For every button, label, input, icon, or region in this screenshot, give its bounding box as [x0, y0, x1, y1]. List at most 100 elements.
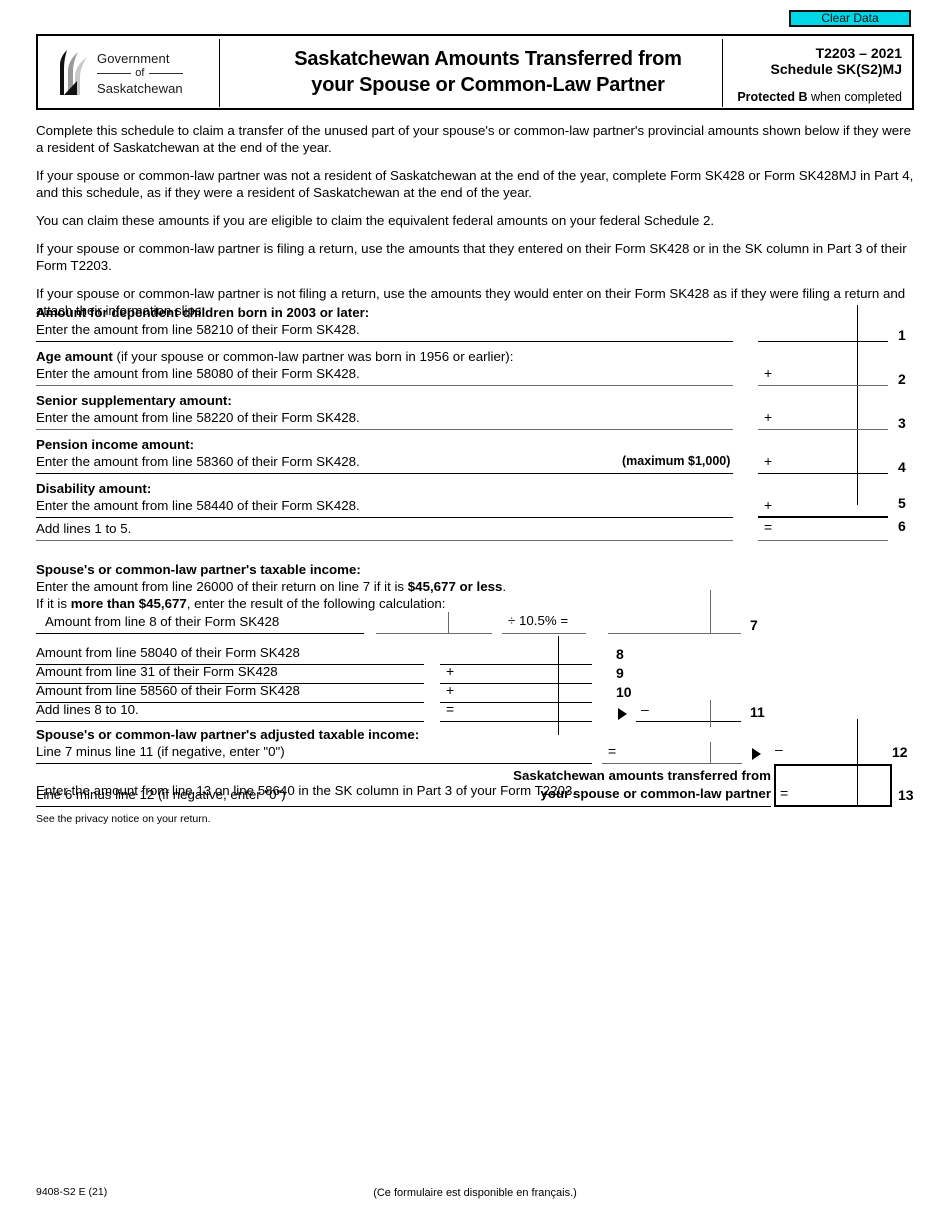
line-2-text: Enter the amount from line 58080 of thei… [36, 366, 360, 381]
line-1-amount-field[interactable] [758, 341, 888, 342]
line-4-number: 4 [898, 459, 906, 475]
line-2-heading-bold: Age amount [36, 349, 113, 364]
line-9-amount-field[interactable] [440, 683, 592, 684]
line-1-number: 1 [898, 327, 906, 343]
saskatchewan-wheat-sheaf-icon [60, 50, 87, 95]
line-11-subtotal-rule [440, 721, 592, 722]
line-7-instruction-a: Enter the amount from line 26000 of thei… [36, 579, 507, 594]
line-3-operator: + [764, 409, 773, 425]
line-1-heading: Amount for dependent children born in 20… [36, 305, 370, 320]
line-2-amount-field[interactable] [758, 385, 888, 386]
cents-divider-lines-12-13 [857, 719, 858, 764]
line-1-text: Enter the amount from line 58210 of thei… [36, 322, 360, 337]
line-7-divide-rule [502, 633, 586, 634]
line-12-heading: Spouse's or common-law partner's adjuste… [36, 727, 420, 742]
line-2-heading: Age amount (if your spouse or common-law… [36, 349, 513, 364]
line-12-description-rule [36, 763, 592, 764]
line-13-operator: = [780, 785, 789, 801]
logo-wordmark: Government of Saskatchewan [97, 51, 183, 96]
line-12-subtotal-rule [602, 763, 742, 764]
intro-paragraphs: Complete this schedule to claim a transf… [36, 122, 916, 330]
line-4-amount-field[interactable] [758, 473, 888, 474]
tax-form-page: Clear Data Government of Saskatchewan Sa… [0, 0, 950, 1230]
line-11-minus-operator: – [641, 701, 649, 717]
intro-paragraph: If your spouse or common-law partner was… [36, 168, 914, 200]
line-8-text: Amount from line 58040 of their Form SK4… [36, 645, 300, 660]
line-2-operator: + [764, 365, 773, 381]
line-11-operator: = [446, 701, 455, 717]
line-7-amount-field[interactable] [608, 633, 741, 634]
line-7-cents-divider [710, 590, 711, 634]
line-4-maximum-note: (maximum $1,000) [622, 454, 731, 468]
line-2-description-rule [36, 385, 733, 386]
line-9-number: 9 [616, 665, 624, 681]
line-10-text: Amount from line 58560 of their Form SK4… [36, 683, 300, 698]
line-13-amount-box[interactable] [774, 764, 892, 807]
line-11-cents-divider [710, 700, 711, 727]
clear-data-button[interactable]: Clear Data [789, 10, 911, 27]
page-title: Saskatchewan Amounts Transferred from yo… [228, 46, 748, 98]
line-7-number: 7 [750, 617, 758, 633]
form-identification: T2203 – 2021 Schedule SK(S2)MJ Protected… [722, 39, 908, 107]
line-7-sub-label-rule [36, 633, 364, 634]
line-7-instruction-b: If it is more than $45,677, enter the re… [36, 596, 446, 611]
line-4-text: Enter the amount from line 58360 of thei… [36, 454, 360, 469]
page-title-line2: your Spouse or Common-Law Partner [311, 74, 665, 96]
line-11-carry-arrow-icon [618, 708, 627, 720]
line-5-amount-field[interactable] [758, 516, 888, 518]
protected-b-suffix: when completed [807, 90, 902, 104]
line-11-text: Add lines 8 to 10. [36, 702, 139, 717]
line-13-description-rule [36, 806, 771, 807]
line-5-operator: + [764, 497, 773, 513]
closing-instruction: Enter the amount from line 13 on line 58… [36, 783, 577, 798]
french-availability-note: (Ce formulaire est disponible en françai… [373, 1187, 577, 1199]
line-11-description-rule [36, 721, 424, 722]
line-2-number: 2 [898, 371, 906, 387]
line-13-cents-divider [857, 764, 858, 807]
line-7-divide-operator: ÷ 10.5% = [508, 613, 569, 628]
line-6-description-rule [36, 540, 733, 541]
line-12-carry-arrow-icon [752, 748, 761, 760]
line-3-number: 3 [898, 415, 906, 431]
line-11-amount-field[interactable] [636, 721, 741, 722]
line-12-text: Line 7 minus line 11 (if negative, enter… [36, 744, 285, 759]
line-12-number: 12 [892, 744, 908, 760]
line-5-number: 5 [898, 495, 906, 511]
line-10-amount-field[interactable] [440, 702, 592, 703]
line-12-operator: = [608, 743, 617, 759]
line-5-text: Enter the amount from line 58440 of thei… [36, 498, 360, 513]
logo-line-saskatchewan: Saskatchewan [97, 80, 183, 96]
line-3-amount-field[interactable] [758, 429, 888, 430]
line-12-cents-divider [710, 742, 711, 764]
line-11-number: 11 [750, 704, 765, 720]
line-8-number: 8 [616, 646, 624, 662]
line-4-operator: + [764, 453, 773, 469]
page-title-line1: Saskatchewan Amounts Transferred from [294, 48, 682, 70]
line-4-heading: Pension income amount: [36, 437, 195, 452]
line-6-amount-field[interactable] [758, 540, 888, 541]
protected-b-badge: Protected B when completed [723, 90, 902, 104]
line-4-description-rule [36, 473, 733, 474]
line-3-heading: Senior supplementary amount: [36, 393, 232, 408]
line-7-sub-label: Amount from line 8 of their Form SK428 [45, 614, 280, 629]
line-5-description-rule [36, 517, 733, 518]
schedule-id: Schedule SK(S2)MJ [770, 61, 902, 77]
line-3-text: Enter the amount from line 58220 of thei… [36, 410, 360, 425]
logo-line-government: Government [97, 50, 170, 66]
line-6-operator: = [764, 519, 773, 535]
line-9-text: Amount from line 31 of their Form SK428 [36, 664, 278, 679]
line-8-amount-field[interactable] [440, 664, 592, 665]
intro-paragraph: You can claim these amounts if you are e… [36, 213, 715, 228]
form-header: Government of Saskatchewan Saskatchewan … [36, 34, 914, 110]
intro-paragraph: Complete this schedule to claim a transf… [36, 123, 911, 155]
line-6-text: Add lines 1 to 5. [36, 521, 132, 536]
line-7-divisor-field[interactable] [376, 633, 492, 634]
line-13-number: 13 [898, 787, 914, 803]
line-7-divisor-cents-divider [448, 612, 449, 634]
government-of-saskatchewan-logo: Government of Saskatchewan [42, 39, 220, 107]
cents-divider-lines-1-6 [857, 305, 858, 505]
logo-line-of: of [97, 66, 183, 81]
line-3-description-rule [36, 429, 733, 430]
privacy-notice: See the privacy notice on your return. [36, 813, 211, 825]
intro-paragraph: If your spouse or common-law partner is … [36, 241, 907, 273]
